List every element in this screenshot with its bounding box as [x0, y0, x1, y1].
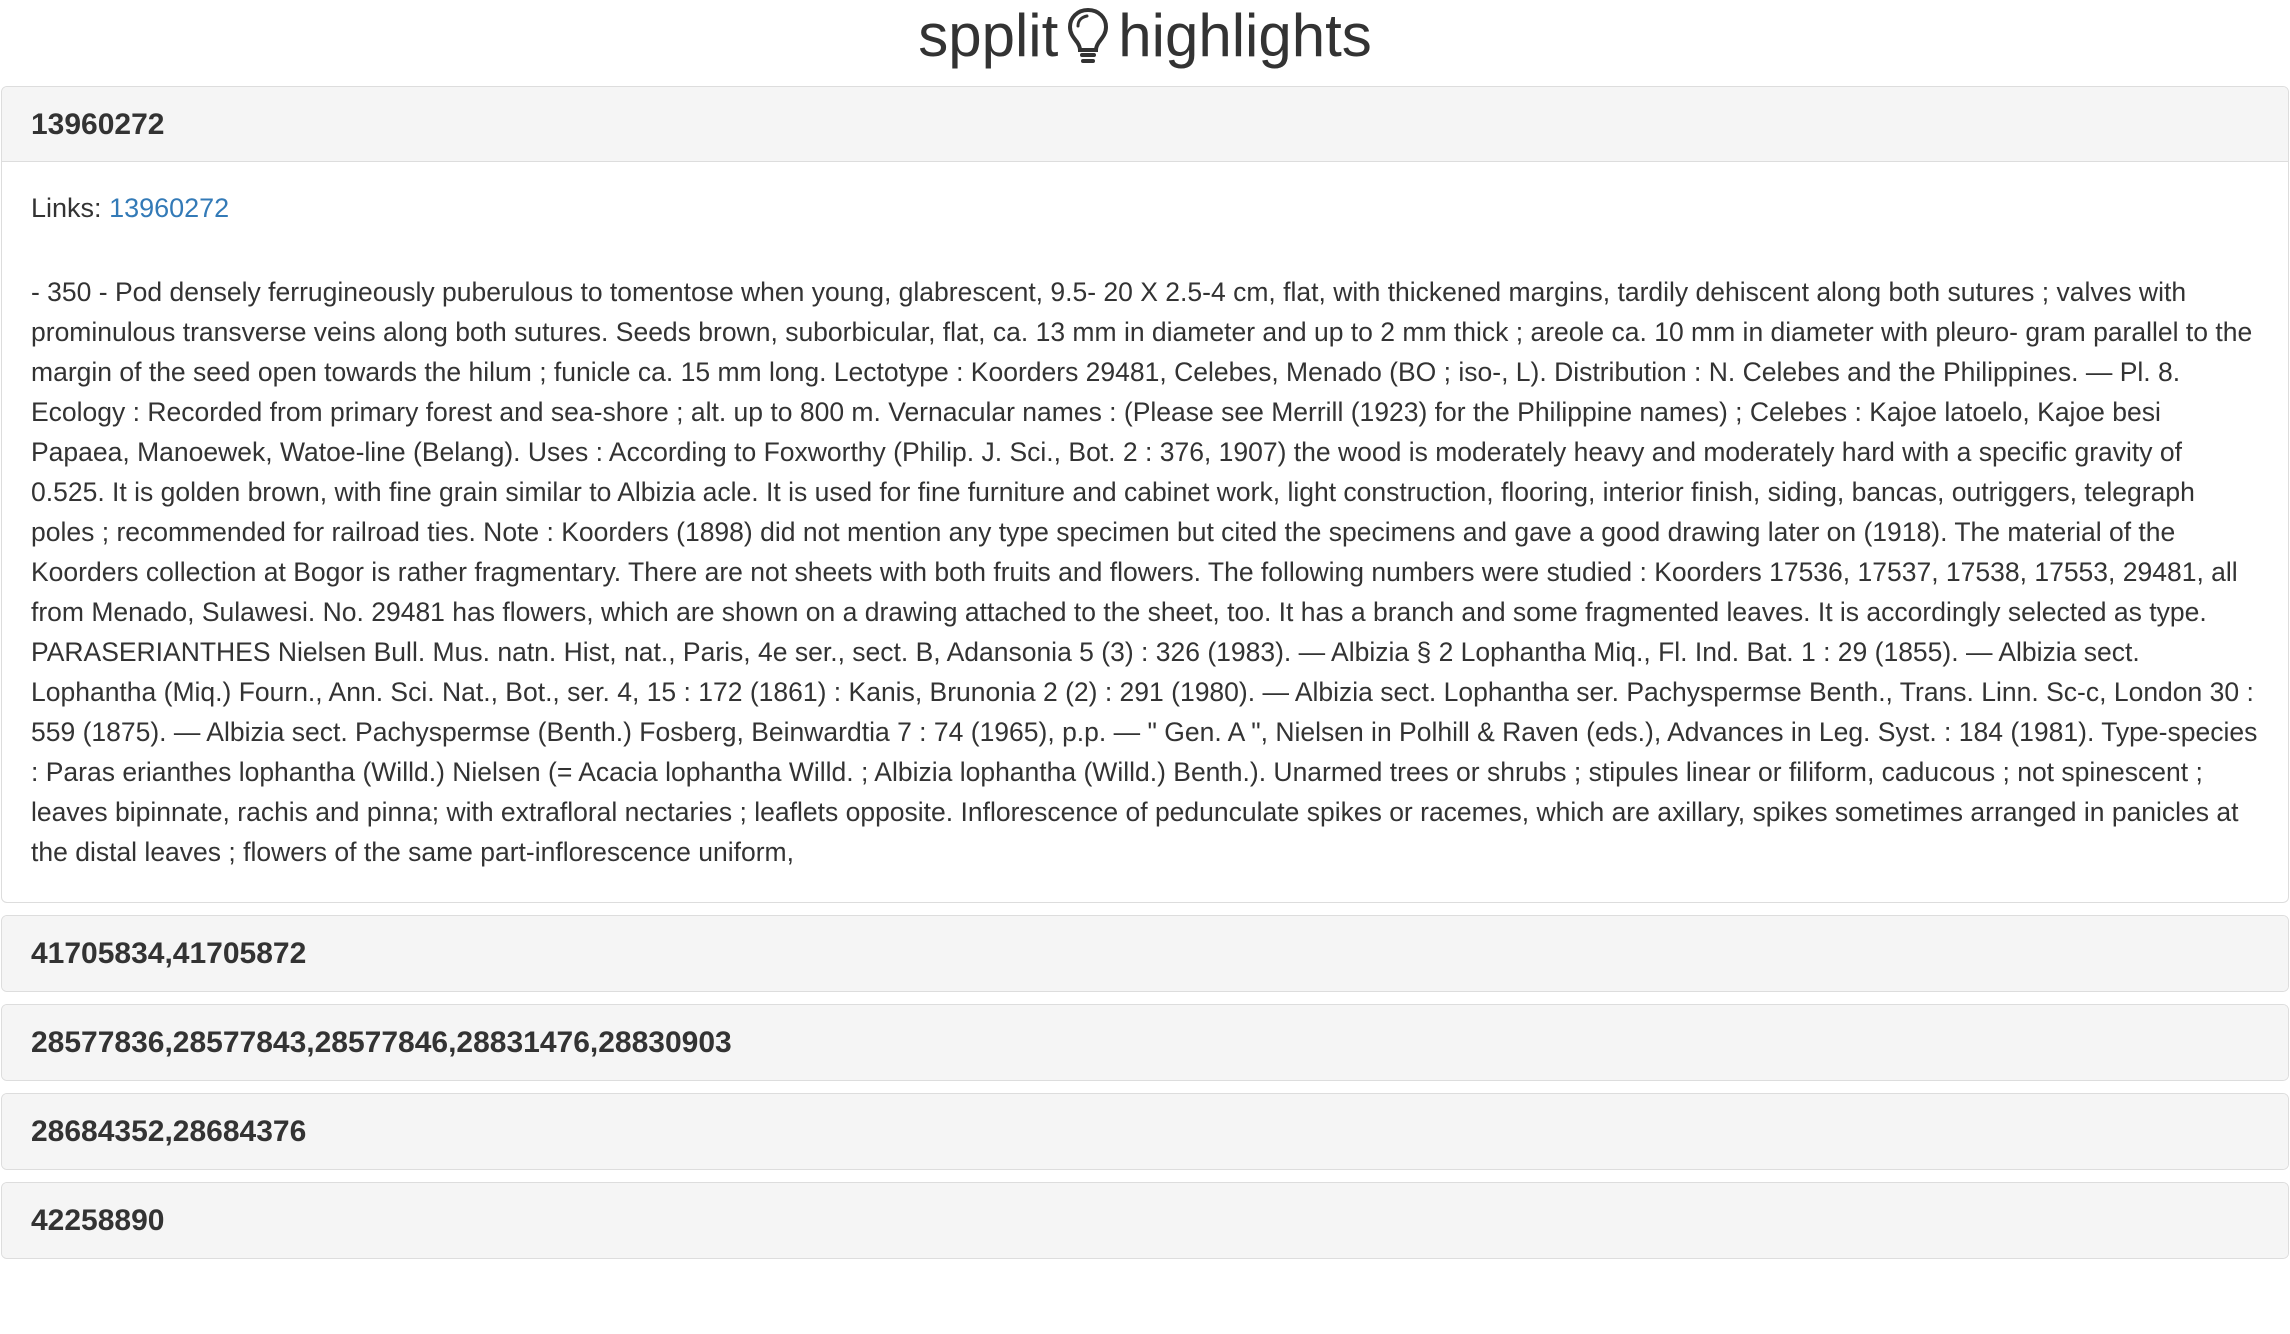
- links-label: Links:: [31, 193, 102, 223]
- panel-heading[interactable]: 42258890: [2, 1183, 2288, 1258]
- title-right: highlights: [1118, 2, 1372, 70]
- panel-body: Links: 13960272 - 350 - Pod densely ferr…: [2, 162, 2288, 902]
- panel-heading[interactable]: 28684352,28684376: [2, 1094, 2288, 1169]
- result-panel: 28577836,28577843,28577846,28831476,2883…: [1, 1004, 2289, 1081]
- result-panel: 41705834,41705872: [1, 915, 2289, 992]
- lightbulb-icon: [1068, 8, 1109, 64]
- passage-text: - 350 - Pod densely ferrugineously puber…: [31, 277, 2258, 867]
- result-panel: 13960272 Links: 13960272 - 350 - Pod den…: [1, 86, 2289, 903]
- page: spplit highlights 13960272 Links: 139602…: [0, 0, 2290, 1334]
- site-title: spplit highlights: [0, 0, 2290, 86]
- record-link[interactable]: 13960272: [109, 193, 229, 223]
- panel-heading[interactable]: 13960272: [2, 87, 2288, 162]
- result-panel: 28684352,28684376: [1, 1093, 2289, 1170]
- panel-heading[interactable]: 28577836,28577843,28577846,28831476,2883…: [2, 1005, 2288, 1080]
- links-row: Links: 13960272: [31, 190, 2259, 226]
- result-panel: 42258890: [1, 1182, 2289, 1259]
- panel-heading[interactable]: 41705834,41705872: [2, 916, 2288, 991]
- title-left: spplit: [918, 2, 1059, 70]
